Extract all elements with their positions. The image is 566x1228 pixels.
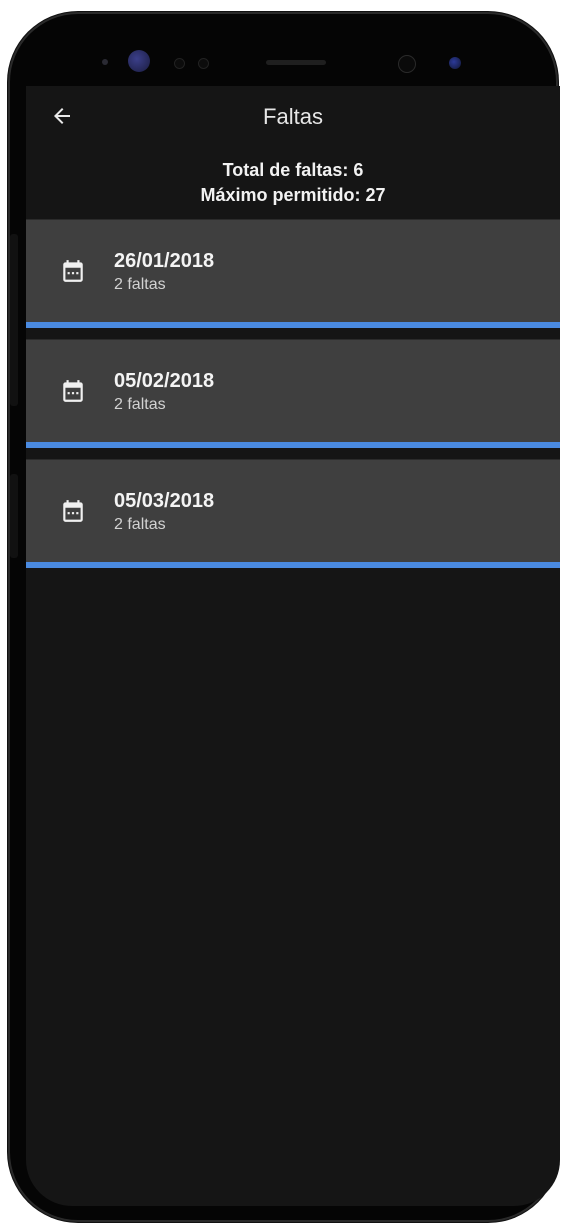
absence-summary: Total de faltas: 6 Máximo permitido: 27 — [26, 148, 560, 220]
side-button-volume — [10, 234, 18, 406]
front-camera-icon — [128, 50, 150, 72]
item-absence-count: 2 faltas — [114, 396, 166, 413]
total-absences-text: Total de faltas: 6 — [222, 160, 364, 180]
app-screen: Faltas Total de faltas: 6 Máximo permiti… — [26, 86, 560, 1206]
item-date: 26/01/2018 — [114, 250, 215, 272]
side-button-bixby — [10, 474, 18, 558]
max-allowed-text: Máximo permitido: 27 — [200, 185, 386, 205]
sensor-dot — [198, 58, 209, 69]
app-bar: Faltas — [26, 86, 560, 148]
iris-scanner-icon — [398, 55, 416, 73]
iris-camera-icon — [449, 57, 461, 69]
sensor-dot — [102, 59, 108, 65]
page-title: Faltas — [263, 104, 323, 129]
item-absence-count: 2 faltas — [114, 516, 166, 533]
earpiece-speaker — [266, 60, 326, 65]
calendar-icon — [63, 500, 83, 522]
calendar-icon — [63, 380, 83, 402]
absence-list: 26/01/2018 2 faltas 05/02/2018 2 faltas … — [26, 220, 560, 568]
list-item[interactable]: 05/03/2018 2 faltas — [26, 460, 560, 568]
item-date: 05/03/2018 — [114, 490, 215, 512]
top-bezel — [8, 12, 558, 96]
calendar-icon — [63, 260, 83, 282]
item-absence-count: 2 faltas — [114, 276, 166, 293]
list-item[interactable]: 26/01/2018 2 faltas — [26, 220, 560, 328]
list-item[interactable]: 05/02/2018 2 faltas — [26, 340, 560, 448]
item-date: 05/02/2018 — [114, 370, 215, 392]
sensor-dot — [174, 58, 185, 69]
